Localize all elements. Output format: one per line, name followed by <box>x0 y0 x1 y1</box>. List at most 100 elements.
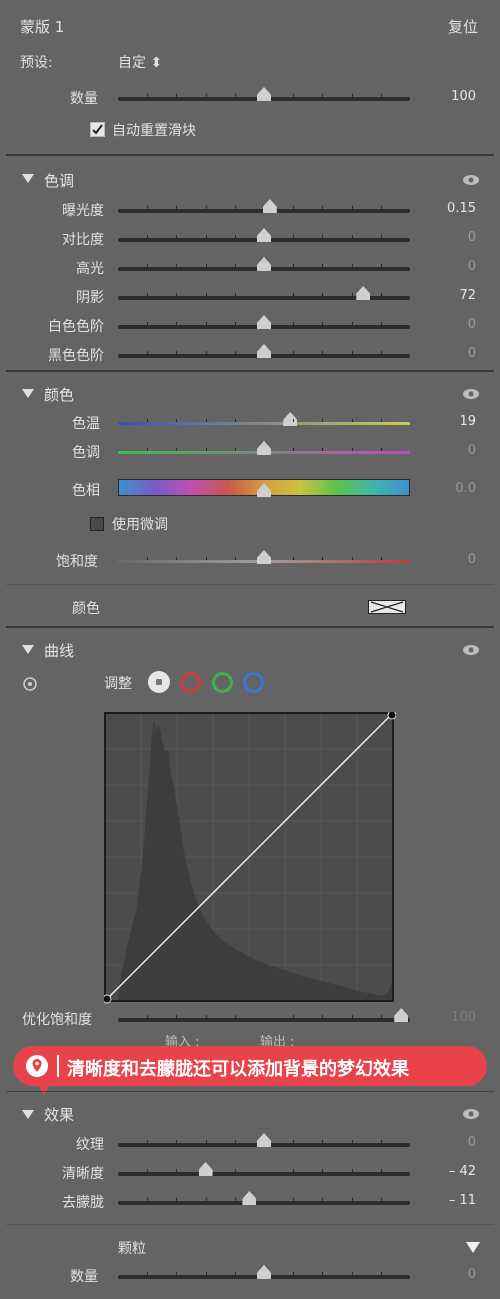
saturation-value[interactable]: 0 <box>468 552 476 567</box>
slider-tick <box>205 264 207 267</box>
slider-thumb[interactable] <box>257 344 271 358</box>
slider-tick <box>380 322 382 325</box>
reset-button[interactable]: 复位 <box>448 16 478 37</box>
tone-curve-graph[interactable] <box>104 712 396 1004</box>
curve-point-black[interactable] <box>104 994 112 1004</box>
channel-blue-button[interactable] <box>243 672 264 693</box>
slider-value[interactable]: 0 <box>468 230 476 245</box>
slider-tick <box>147 293 149 296</box>
slider-tick <box>205 235 207 238</box>
refine-saturation-slider[interactable] <box>118 1008 410 1022</box>
slider-track[interactable] <box>118 1191 410 1205</box>
slider-tick <box>147 235 149 238</box>
slider-value[interactable]: 72 <box>459 288 476 303</box>
slider-tick <box>351 1198 353 1201</box>
fine-tune-label: 使用微调 <box>112 517 168 533</box>
collapse-triangle-icon[interactable] <box>22 389 34 398</box>
tip-banner: 清晰度和去朦胧还可以添加背景的梦幻效果 <box>13 1046 487 1086</box>
slider-thumb[interactable] <box>257 228 271 242</box>
saturation-slider[interactable] <box>118 550 410 564</box>
amount-value[interactable]: 100 <box>451 89 476 104</box>
temp-slider[interactable] <box>118 412 410 426</box>
slider-track[interactable] <box>118 1133 410 1147</box>
slider-value[interactable]: 0 <box>468 1135 476 1150</box>
slider-tick <box>293 351 295 354</box>
eye-icon[interactable] <box>462 388 480 400</box>
slider-thumb[interactable] <box>257 1133 271 1147</box>
banner-separator <box>57 1055 59 1077</box>
amount-slider[interactable] <box>118 87 410 101</box>
grain-expand-icon[interactable] <box>466 1242 480 1253</box>
slider-value[interactable]: – 11 <box>449 1193 476 1208</box>
tint-value[interactable]: 0 <box>468 443 476 458</box>
slider-tick <box>322 1272 324 1275</box>
slider-thumb[interactable] <box>242 1191 257 1205</box>
slider-tick <box>176 1140 178 1143</box>
fine-tune-checkbox[interactable] <box>90 517 104 531</box>
slider-tick <box>147 1272 149 1275</box>
target-adjust-icon[interactable] <box>22 676 38 692</box>
slider-tick <box>293 1272 295 1275</box>
eye-icon[interactable] <box>462 174 480 186</box>
slider-thumb[interactable] <box>198 1162 213 1176</box>
slider-track[interactable] <box>118 199 410 213</box>
slider-label: 对比度 <box>62 232 104 248</box>
slider-value[interactable]: – 42 <box>449 1164 476 1179</box>
slider-tick <box>147 1140 149 1143</box>
slider-value[interactable]: 0.15 <box>447 201 476 216</box>
eye-icon[interactable] <box>462 1108 480 1120</box>
refine-saturation-thumb[interactable] <box>394 1008 409 1022</box>
selected-dot-icon <box>156 679 162 685</box>
tint-slider-thumb[interactable] <box>257 441 271 455</box>
hue-slider-thumb[interactable] <box>257 483 271 497</box>
auto-reset-checkbox[interactable] <box>90 122 105 137</box>
slider-tick <box>293 1169 295 1172</box>
collapse-triangle-icon[interactable] <box>22 645 34 654</box>
slider-track[interactable] <box>118 286 410 300</box>
slider-tick <box>234 94 236 97</box>
slider-tick <box>176 264 178 267</box>
slider-track[interactable] <box>118 1162 410 1176</box>
grain-amount-slider[interactable] <box>118 1265 410 1279</box>
preset-dropdown[interactable]: 自定 ⬍ <box>118 52 162 72</box>
temp-slider-thumb[interactable] <box>283 412 298 426</box>
curve-point-white[interactable] <box>387 712 396 720</box>
slider-thumb[interactable] <box>257 257 271 271</box>
slider-tick <box>322 448 324 451</box>
slider-tick <box>322 1198 324 1201</box>
slider-tick <box>380 1169 382 1172</box>
eye-icon[interactable] <box>462 644 480 656</box>
slider-tick <box>147 1198 149 1201</box>
slider-tick <box>351 1169 353 1172</box>
saturation-slider-thumb[interactable] <box>257 550 271 564</box>
collapse-triangle-icon[interactable] <box>22 174 34 183</box>
slider-value[interactable]: 0 <box>468 317 476 332</box>
slider-track[interactable] <box>118 315 410 329</box>
slider-thumb[interactable] <box>356 286 371 300</box>
slider-tick <box>176 448 178 451</box>
refine-saturation-value[interactable]: 100 <box>451 1010 476 1025</box>
grain-amount-value[interactable]: 0 <box>468 1267 476 1282</box>
slider-tick <box>380 557 382 560</box>
temp-value[interactable]: 19 <box>459 414 476 429</box>
slider-value[interactable]: 0 <box>468 259 476 274</box>
grain-amount-thumb[interactable] <box>257 1265 271 1279</box>
slider-tick <box>293 448 295 451</box>
color-swatch[interactable] <box>368 600 406 614</box>
slider-track[interactable] <box>118 344 410 358</box>
slider-tick <box>293 557 295 560</box>
slider-track[interactable] <box>118 228 410 242</box>
tint-slider[interactable] <box>118 441 410 455</box>
slider-value[interactable]: 0 <box>468 346 476 361</box>
channel-rgb-button[interactable] <box>148 671 170 693</box>
hue-value[interactable]: 0.0 <box>455 481 476 496</box>
slider-track[interactable] <box>118 257 410 271</box>
slider-thumb[interactable] <box>262 199 277 213</box>
slider-thumb[interactable] <box>257 315 271 329</box>
collapse-triangle-icon[interactable] <box>22 1110 34 1119</box>
hue-slider[interactable] <box>118 479 410 497</box>
slider-tick <box>234 264 236 267</box>
channel-red-button[interactable] <box>180 672 201 693</box>
amount-slider-thumb[interactable] <box>257 87 271 101</box>
channel-green-button[interactable] <box>212 672 233 693</box>
